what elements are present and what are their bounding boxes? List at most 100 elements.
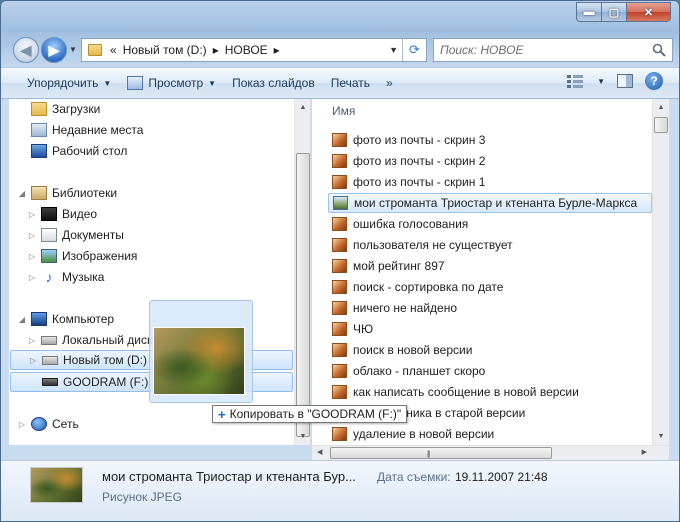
breadcrumb-separator[interactable]: ▸	[213, 43, 219, 57]
sidebar-item-label: Загрузки	[52, 102, 101, 116]
file-list-item[interactable]: ЧЮ	[328, 319, 652, 339]
navigation-pane-scrollbar[interactable]: ▲ ▼	[294, 99, 310, 445]
sidebar-item-network[interactable]: ▷ Сеть	[17, 414, 79, 434]
chevron-down-icon: ▼	[208, 78, 217, 88]
sidebar-item-libraries[interactable]: ◢ Библиотеки	[17, 183, 117, 203]
file-list-scrollbar[interactable]: ▲ ▼	[652, 99, 669, 445]
file-list-item[interactable]: фото из почты - скрин 2	[328, 151, 652, 171]
toolbar-right: ▼ ?	[567, 72, 663, 90]
image-file-icon	[332, 259, 347, 273]
scroll-down-icon[interactable]: ▼	[653, 428, 669, 445]
sidebar-item-music[interactable]: ▷ ♪ Музыка	[27, 267, 105, 287]
file-list-item[interactable]: поиск - сортировка по дате	[328, 277, 652, 297]
forward-button[interactable]: ▶	[41, 37, 67, 63]
expand-arrow-icon[interactable]: ▷	[28, 356, 38, 365]
collapse-arrow-icon[interactable]: ◢	[17, 189, 27, 198]
scrollbar-thumb[interactable]	[654, 117, 668, 133]
more-commands-button[interactable]: »	[378, 71, 401, 95]
local-disk-icon	[41, 335, 57, 345]
expand-arrow-icon[interactable]: ▷	[27, 231, 37, 240]
maximize-button[interactable]: ▢	[602, 2, 627, 22]
date-taken-value[interactable]: 19.11.2007 21:48	[455, 470, 548, 484]
breadcrumb-separator[interactable]: ▸	[274, 43, 280, 57]
search-input[interactable]: Поиск: НОВОЕ	[440, 43, 523, 57]
scrollbar-thumb[interactable]: |||	[330, 447, 552, 459]
sidebar-item-computer[interactable]: ◢ Компьютер	[17, 309, 114, 329]
scrollbar-thumb[interactable]	[296, 153, 310, 437]
file-list-item[interactable]: фото из почты - скрин 1	[328, 172, 652, 192]
image-file-icon	[332, 238, 347, 252]
file-name: мой рейтинг 897	[353, 259, 445, 273]
scroll-right-icon[interactable]: ▶	[642, 448, 647, 456]
file-list-item[interactable]: облако - планшет скоро	[328, 361, 652, 381]
sidebar-item-label: Локальный диск	[62, 333, 153, 347]
preview-icon	[127, 76, 144, 90]
file-name: ничего не найдено	[353, 301, 457, 315]
address-bar[interactable]: « Новый том (D:) ▸ НОВОЕ ▸ ▼ ⟳	[81, 38, 427, 62]
expand-arrow-icon[interactable]: ▷	[27, 210, 37, 219]
sidebar-item-label: GOODRAM (F:)	[63, 375, 149, 389]
sidebar-item-recent-places[interactable]: Недавние места	[27, 120, 143, 140]
breadcrumb-item-drive-d[interactable]: Новый том (D:)	[123, 43, 207, 57]
view-dropdown-icon[interactable]: ▼	[597, 77, 605, 86]
column-header-name[interactable]: Имя	[312, 99, 652, 123]
file-list-item[interactable]: ошибка голосования	[328, 214, 652, 234]
collapse-arrow-icon[interactable]: ◢	[17, 315, 27, 324]
file-list-item[interactable]: как написать сообщение в новой версии	[328, 382, 652, 402]
sidebar-item-pictures[interactable]: ▷ Изображения	[27, 246, 137, 266]
breadcrumb: « Новый том (D:) ▸ НОВОЕ ▸	[110, 43, 280, 57]
file-name: поиск в новой версии	[353, 343, 473, 357]
sidebar-item-label: Новый том (D:)	[63, 353, 147, 367]
sidebar-item-label: Недавние места	[52, 123, 144, 137]
file-list-item[interactable]: ничего не найдено	[328, 298, 652, 318]
help-button[interactable]: ?	[645, 72, 663, 90]
sidebar-item-videos[interactable]: ▷ Видео	[27, 204, 97, 224]
sidebar-item-documents[interactable]: ▷ Документы	[27, 225, 124, 245]
sidebar-item-desktop[interactable]: Рабочий стол	[27, 141, 127, 161]
scroll-up-icon[interactable]: ▲	[295, 99, 310, 116]
slideshow-button[interactable]: Показ слайдов	[224, 71, 323, 95]
minimize-icon: ▬	[583, 6, 595, 18]
file-list-item[interactable]: мой рейтинг 897	[328, 256, 652, 276]
expand-arrow-icon[interactable]: ▷	[27, 336, 37, 345]
file-name: облако - планшет скоро	[353, 364, 486, 378]
scroll-left-icon[interactable]: ◀	[317, 448, 322, 456]
dragged-image-thumbnail	[153, 327, 245, 395]
grip-icon: |||	[427, 451, 431, 458]
print-label: Печать	[330, 76, 371, 90]
back-button[interactable]: ◀	[13, 37, 39, 63]
file-list-item[interactable]: фото из почты - скрин 3	[328, 130, 652, 150]
recent-pages-dropdown[interactable]: ▼	[69, 45, 77, 54]
refresh-button[interactable]: ⟳	[402, 39, 426, 61]
sidebar-item-downloads[interactable]: Загрузки	[27, 99, 100, 119]
file-list-item[interactable]: пользователя не существует	[328, 235, 652, 255]
file-list-item[interactable]: мои строманта Триостар и ктенанта Бурле-…	[328, 193, 652, 213]
close-button[interactable]: ✕	[627, 2, 671, 22]
explorer-window: ▬ ▢ ✕ ◀ ▶ ▼ « Новый том (D:) ▸ НОВОЕ ▸ ▼…	[0, 0, 680, 522]
sidebar-item-label: Компьютер	[52, 312, 115, 326]
expand-arrow-icon[interactable]: ▷	[27, 252, 37, 261]
breadcrumb-item-novoe[interactable]: НОВОЕ	[225, 43, 268, 57]
organize-button[interactable]: Упорядочить ▼	[19, 71, 119, 95]
print-button[interactable]: Печать	[323, 71, 378, 95]
command-bar: Упорядочить ▼ Просмотр ▼ Показ слайдов П…	[1, 67, 679, 99]
preview-button[interactable]: Просмотр ▼	[119, 71, 224, 95]
breadcrumb-overflow[interactable]: «	[110, 43, 117, 57]
file-list-item[interactable]: удаление в новой версии	[328, 424, 652, 444]
selected-file-type: Рисунок JPEG	[102, 490, 182, 504]
search-box[interactable]: Поиск: НОВОЕ	[433, 38, 673, 62]
scroll-down-icon[interactable]: ▼	[295, 428, 310, 445]
minimize-button[interactable]: ▬	[576, 2, 602, 22]
scroll-up-icon[interactable]: ▲	[653, 99, 669, 116]
file-list-item[interactable]: поиск в новой версии	[328, 340, 652, 360]
search-icon[interactable]	[652, 43, 666, 57]
sidebar-item-local-disk[interactable]: ▷ Локальный диск	[27, 330, 152, 350]
image-file-icon	[332, 322, 347, 336]
expand-arrow-icon[interactable]: ▷	[27, 273, 37, 282]
horizontal-scrollbar[interactable]: ◀ ||| ▶	[312, 445, 669, 460]
expand-arrow-icon[interactable]: ▷	[17, 420, 27, 429]
change-view-icon[interactable]	[567, 74, 585, 88]
forward-arrow-icon: ▶	[48, 41, 60, 58]
address-dropdown-icon[interactable]: ▼	[389, 45, 398, 55]
preview-pane-icon[interactable]	[617, 74, 633, 88]
